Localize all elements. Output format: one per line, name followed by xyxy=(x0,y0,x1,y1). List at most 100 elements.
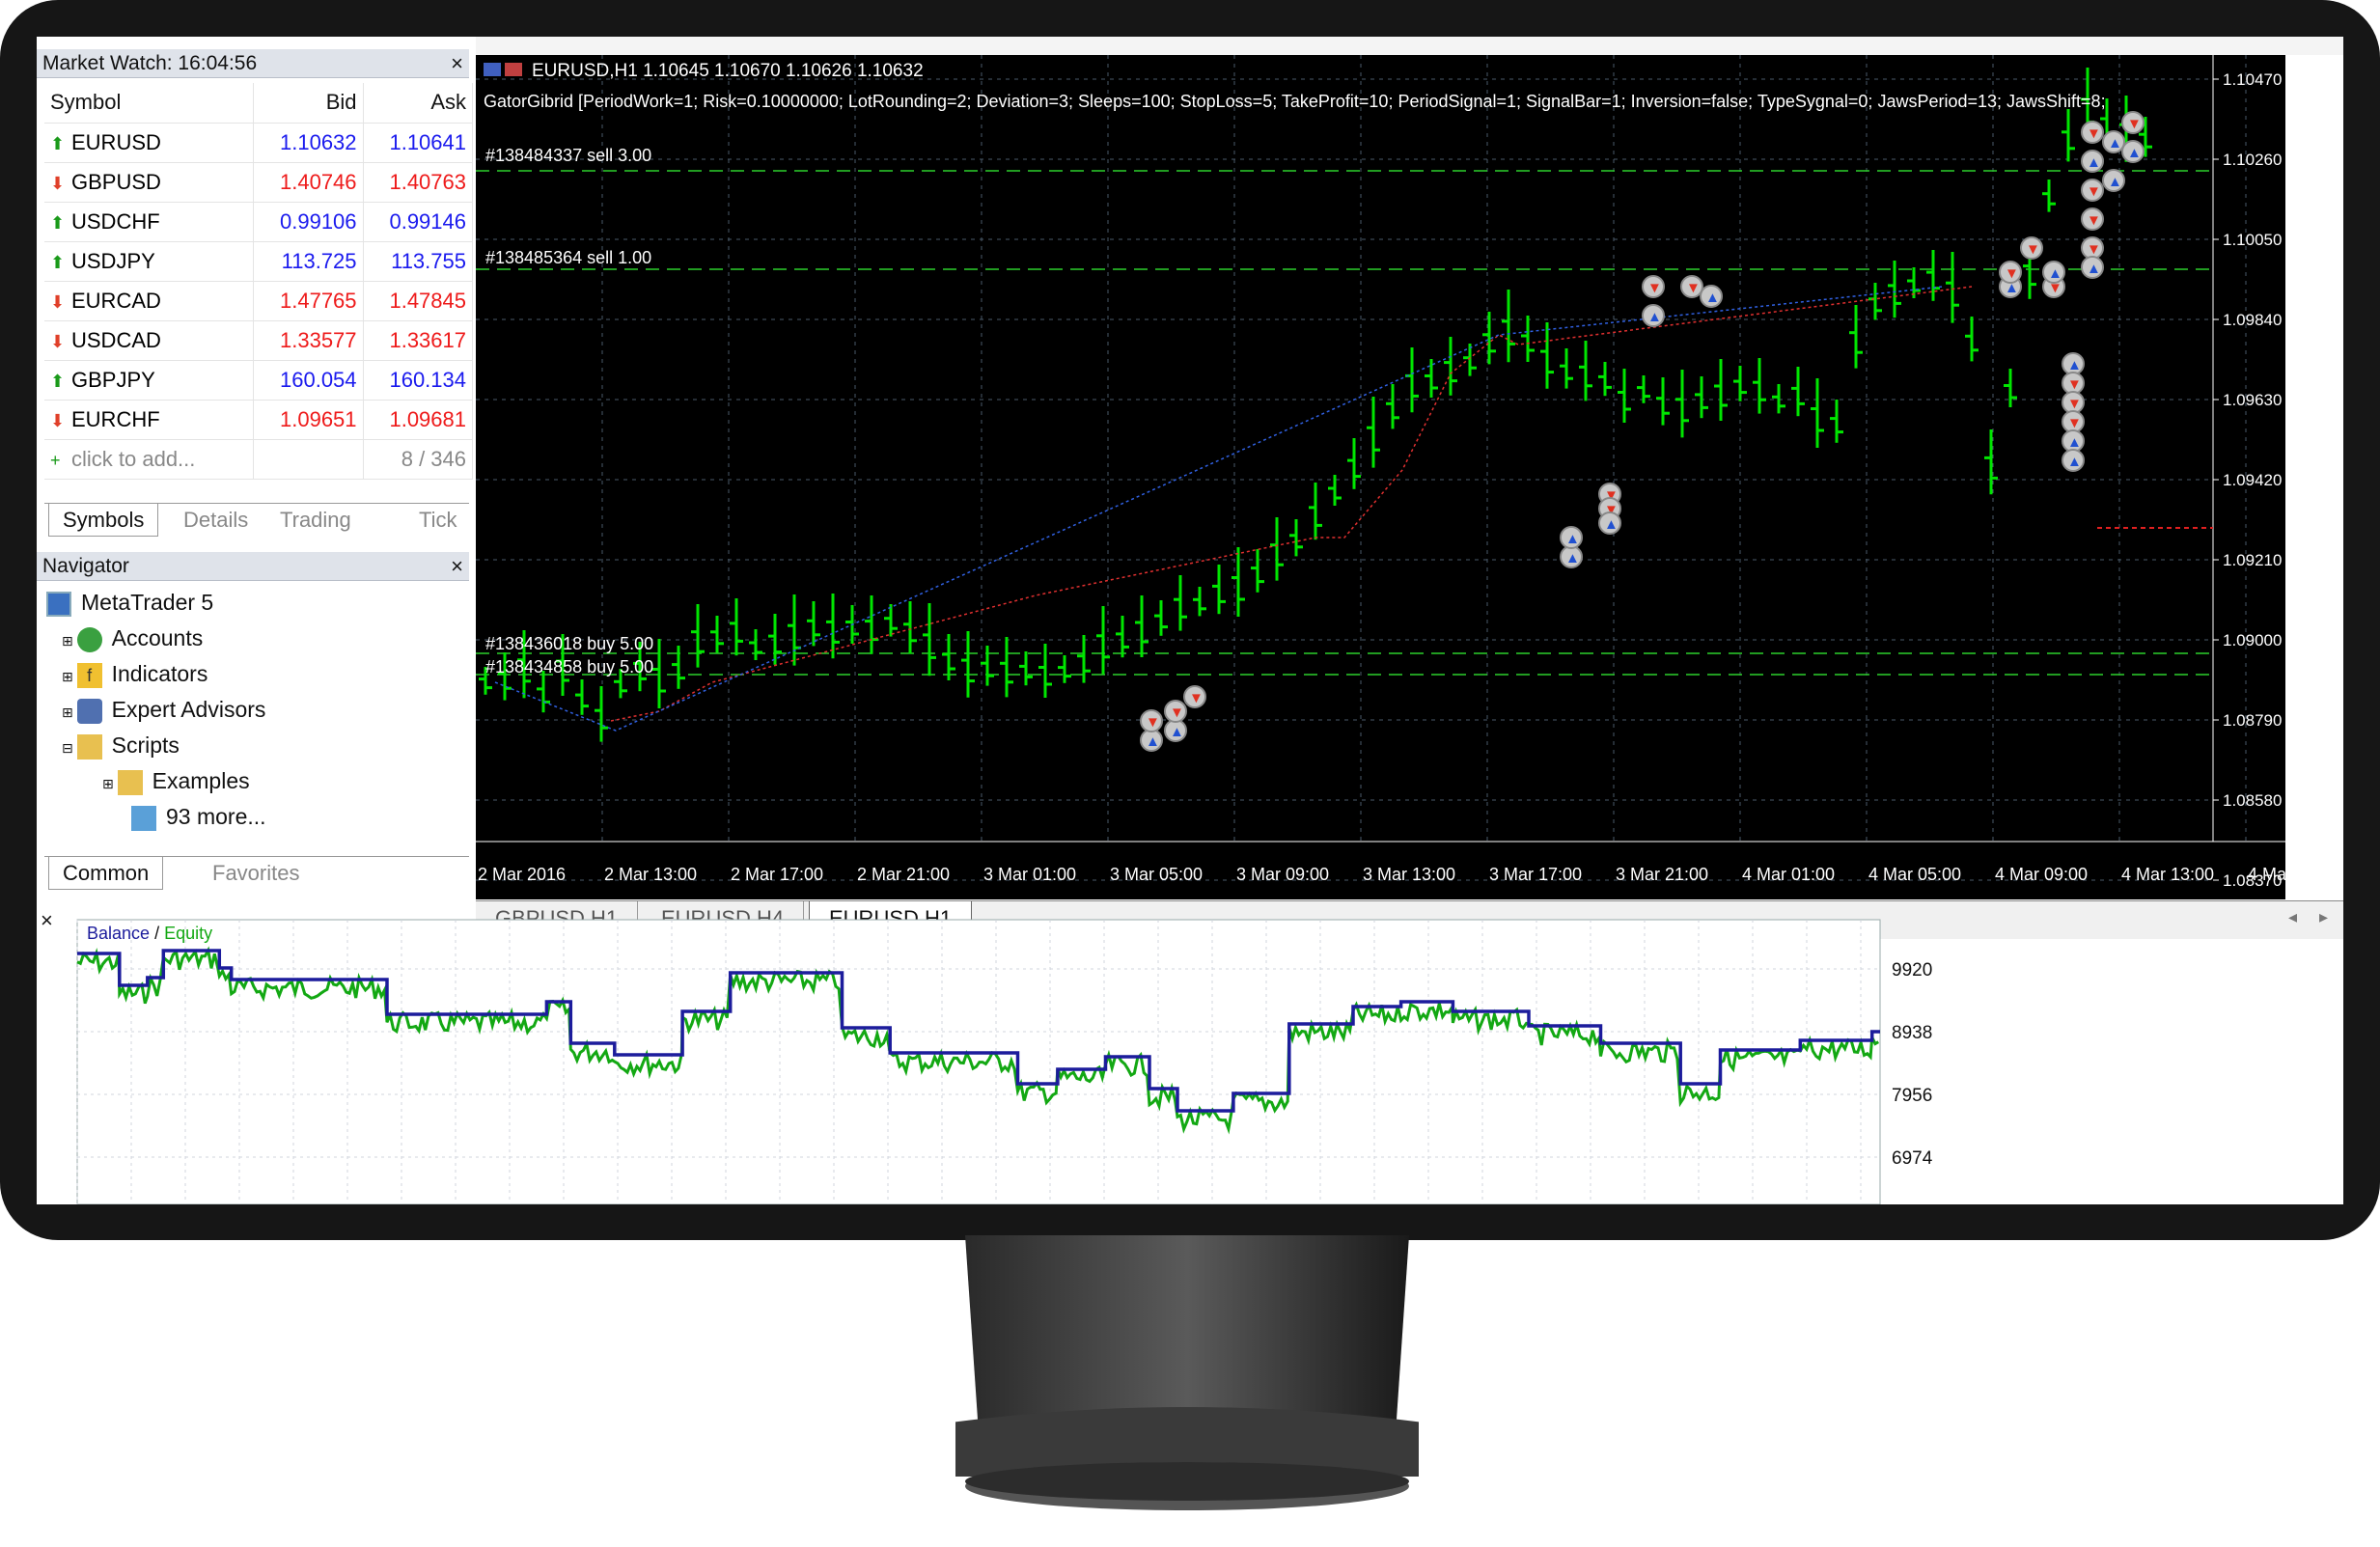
table-row[interactable]: ⬇ GBPUSD 1.40746 1.40763 xyxy=(44,162,474,203)
table-row[interactable]: ⬆ USDJPY 113.725 113.755 xyxy=(44,241,474,282)
time-label: 4 Mar 01:00 xyxy=(1742,865,1835,884)
price-chart-canvas[interactable]: ▲▼▲▼▼▲▲▼▼▲▲▼ ▼▲▲▼▼▼▲▲▼▼▼▲▲▲▼▼▼▲▼▲▲▼▲ 1.10… xyxy=(476,55,2285,899)
nav-root-label: MetaTrader 5 xyxy=(81,590,214,615)
time-axis: 2 Mar 2016 2 Mar 13:00 2 Mar 17:00 2 Mar 21… xyxy=(478,865,2285,884)
tab-tick[interactable]: Tick xyxy=(405,504,469,537)
arrow-down-icon: ▼ xyxy=(2026,241,2040,258)
table-row[interactable]: ⬇ EURCAD 1.47765 1.47845 xyxy=(44,281,474,321)
bid-value: 1.10632 xyxy=(253,123,364,163)
y-axis-label: 9920 xyxy=(1892,960,1932,981)
balance-equity-graph[interactable]: 9920 8938 7956 6974 xyxy=(37,908,2343,1204)
arrow-up-icon: ⬆ xyxy=(50,371,66,391)
add-symbol-label[interactable]: click to add... xyxy=(71,447,195,471)
symbol-header[interactable]: Symbol xyxy=(44,83,255,124)
arrow-down-icon: ▼ xyxy=(2087,241,2101,258)
chart-header: EURUSD,H1 1.10645 1.10670 1.10626 1.1063… xyxy=(484,61,924,82)
nav-expert-advisors-label: Expert Advisors xyxy=(111,697,266,722)
tab-details[interactable]: Details xyxy=(170,504,262,537)
arrow-down-icon: ▼ xyxy=(2087,212,2101,229)
nav-more[interactable]: 93 more... xyxy=(131,800,266,833)
table-row[interactable]: ⬆ EURUSD 1.10632 1.10641 xyxy=(44,123,474,163)
navigator-title: Navigator × xyxy=(37,552,469,581)
nav-scripts[interactable]: ⊟ Scripts xyxy=(62,729,180,761)
bid-value: 1.09651 xyxy=(253,400,364,440)
y-axis-label: 8938 xyxy=(1892,1023,1932,1043)
time-label: 2 Mar 21:00 xyxy=(857,865,950,884)
add-symbol-row[interactable]: + click to add... 8 / 346 xyxy=(44,439,474,480)
graph-y-axis: 9920 8938 7956 6974 xyxy=(1892,960,1933,1169)
close-icon[interactable]: × xyxy=(451,49,463,78)
arrow-down-icon: ▼ xyxy=(2067,376,2082,393)
tab-favorites[interactable]: Favorites xyxy=(199,857,313,890)
nav-examples[interactable]: ⊞ Examples xyxy=(102,764,250,797)
tab-symbols[interactable]: Symbols xyxy=(48,504,159,537)
nav-expert-advisors[interactable]: ⊞ Expert Advisors xyxy=(62,693,265,726)
price-label: 1.08790 xyxy=(2223,711,2282,730)
expert-advisor-icon xyxy=(76,698,102,724)
arrow-down-icon: ⬇ xyxy=(50,331,66,351)
collapse-icon[interactable]: ⊟ xyxy=(62,740,77,756)
close-icon[interactable]: × xyxy=(451,552,463,581)
scripts-icon xyxy=(76,733,102,760)
arrow-down-icon: ▼ xyxy=(1686,280,1701,296)
market-watch-tabs: Symbols Details Trading Tick xyxy=(44,503,469,538)
ea-parameters: GatorGibrid [PeriodWork=1; Risk=0.100000… xyxy=(484,92,2106,111)
time-label: 4 Mar 13:00 xyxy=(2121,865,2214,884)
arrow-up-icon: ⬆ xyxy=(50,133,66,153)
download-icon xyxy=(131,805,156,831)
nav-more-label: 93 more... xyxy=(166,804,266,829)
arrow-down-icon: ▼ xyxy=(2005,265,2019,282)
nav-examples-label: Examples xyxy=(152,768,250,793)
nav-root[interactable]: MetaTrader 5 xyxy=(46,586,213,619)
arrow-up-icon: ▲ xyxy=(1705,290,1720,306)
arrow-down-icon: ▼ xyxy=(1146,714,1160,731)
legend-equity: Equity xyxy=(164,924,213,943)
table-row[interactable]: ⬆ USDCHF 0.99106 0.99146 xyxy=(44,202,474,242)
chart-scroll-top xyxy=(476,37,2343,55)
nav-scripts-label: Scripts xyxy=(111,732,180,758)
arrow-up-icon: ▲ xyxy=(1604,516,1619,533)
trade-path-line xyxy=(610,286,1973,722)
symbol-name: USDCHF xyxy=(71,208,160,234)
table-row[interactable]: ⬇ USDCAD 1.33577 1.33617 xyxy=(44,320,474,361)
nav-accounts[interactable]: ⊞ Accounts xyxy=(62,622,203,654)
time-label: 3 Mar 13:00 xyxy=(1363,865,1455,884)
accounts-icon xyxy=(76,626,102,652)
symbol-name: USDCAD xyxy=(71,327,161,352)
time-label: 2 Mar 13:00 xyxy=(604,865,697,884)
metatrader-icon xyxy=(46,591,71,617)
chart-icon xyxy=(484,63,501,76)
arrow-down-icon: ▼ xyxy=(1170,704,1184,721)
arrow-down-icon: ▼ xyxy=(1647,280,1662,296)
legend-balance: Balance xyxy=(87,924,151,943)
graph-legend: Balance / Equity xyxy=(87,924,212,944)
bid-value: 160.054 xyxy=(253,360,364,401)
y-axis-label: 7956 xyxy=(1892,1086,1932,1106)
bid-header[interactable]: Bid xyxy=(253,83,364,124)
tab-trading[interactable]: Trading xyxy=(266,504,365,537)
arrow-down-icon: ▼ xyxy=(2087,125,2101,142)
arrow-up-icon: ▲ xyxy=(1647,309,1662,325)
ask-value: 1.40763 xyxy=(363,162,474,203)
expand-icon[interactable]: ⊞ xyxy=(62,633,77,649)
arrow-up-icon: ▲ xyxy=(2067,434,2082,451)
price-chart[interactable]: ▲ ▼ ▲ ▼ ▼ ▲ ▲ ▼ ▼ ▲ ▲ ▼ ▼ ▲ ▲ ▼ ▼ ▼ ▲ ▲ ▼ ▼ ▼ ▲ ▲ ▲ ▼ ▼ ▼ ▲ ▼ ▲ ▲ ▼ ▲ 1.10… xyxy=(476,55,2285,899)
market-watch-table: Symbol Bid Ask ⬆ EURUSD 1.10632 1.10641 ⬇ GBP… xyxy=(44,83,474,480)
ask-header[interactable]: Ask xyxy=(363,83,474,124)
ask-value: 1.47845 xyxy=(363,281,474,321)
expand-icon[interactable]: ⊞ xyxy=(102,776,118,791)
arrow-up-icon: ▲ xyxy=(2087,154,2101,171)
nav-indicators[interactable]: ⊞ f Indicators xyxy=(62,657,208,690)
expand-icon[interactable]: ⊞ xyxy=(62,669,77,684)
order-label: #138485364 sell 1.00 xyxy=(485,248,652,267)
arrow-down-icon: ▼ xyxy=(1189,690,1204,706)
ask-value: 160.134 xyxy=(363,360,474,401)
table-row[interactable]: ⬆ GBPJPY 160.054 160.134 xyxy=(44,360,474,401)
tab-common[interactable]: Common xyxy=(48,857,164,890)
market-watch-title: Market Watch: 16:04:56 × xyxy=(37,49,469,78)
chart-icon xyxy=(505,63,522,76)
price-label: 1.09210 xyxy=(2223,551,2282,569)
expand-icon[interactable]: ⊞ xyxy=(62,704,77,720)
table-row[interactable]: ⬇ EURCHF 1.09651 1.09681 xyxy=(44,400,474,440)
folder-icon xyxy=(117,769,143,795)
